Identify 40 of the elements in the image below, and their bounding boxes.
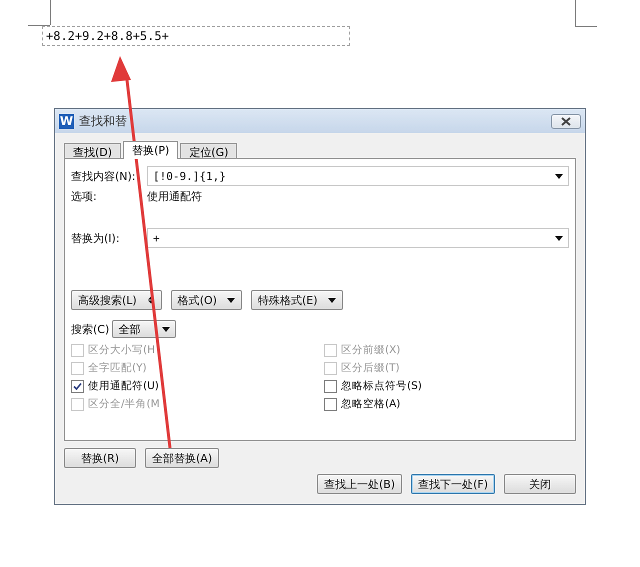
field-label: 替换为(I): bbox=[71, 230, 121, 246]
checkbox[interactable] bbox=[324, 398, 337, 410]
dropdown-arrow-icon bbox=[328, 298, 336, 302]
tab[interactable]: 替换(P) bbox=[123, 141, 178, 159]
options-label: 选项: bbox=[71, 189, 98, 204]
checkbox-label: 区分全/半角(M bbox=[88, 397, 160, 411]
dropdown-arrow-icon bbox=[162, 326, 170, 332]
checkbox[interactable] bbox=[324, 380, 337, 392]
options-value: 使用通配符 bbox=[147, 189, 202, 204]
dropdown-arrow-icon bbox=[555, 236, 563, 240]
replace-button[interactable]: 替换(R) bbox=[64, 448, 136, 468]
replace-field[interactable]: + bbox=[147, 228, 569, 248]
option-button[interactable]: 格式(O) bbox=[170, 290, 242, 310]
search-label: 搜索(C) bbox=[71, 322, 110, 336]
checkbox-label: 使用通配符(U) bbox=[88, 379, 159, 393]
checkbox[interactable] bbox=[71, 380, 84, 392]
tab[interactable]: 查找(D) bbox=[64, 143, 122, 158]
document-text: +8.2+9.2+8.8+5.5+ bbox=[42, 26, 350, 46]
checkbox-label: 区分后缀(T) bbox=[341, 361, 400, 375]
option-button[interactable]: 特殊格式(E) bbox=[250, 290, 343, 310]
close-button[interactable] bbox=[551, 114, 581, 128]
field-label: 查找内容(N): bbox=[71, 168, 137, 184]
find-field[interactable]: [!0-9.]{1,} bbox=[147, 166, 569, 186]
dialog-button[interactable]: 查找下一处(F) bbox=[411, 474, 495, 494]
checkbox-label: 区分大小写(H bbox=[88, 343, 155, 357]
dialog-button[interactable]: 查找上一处(B) bbox=[316, 474, 402, 494]
close-icon bbox=[561, 116, 571, 126]
checkbox-label: 忽略标点符号(S) bbox=[341, 379, 422, 393]
search-dropdown[interactable]: 全部 bbox=[112, 320, 176, 338]
tab[interactable]: 定位(G) bbox=[180, 143, 238, 158]
dropdown-arrow-icon bbox=[555, 174, 563, 178]
window-title: 查找和替 bbox=[79, 112, 128, 130]
checkbox-label: 忽略空格(A) bbox=[341, 397, 400, 411]
dialog-button[interactable]: 关闭 bbox=[504, 474, 576, 494]
checkbox-label: 全字匹配(Y) bbox=[88, 361, 147, 375]
dropdown-arrow-icon bbox=[226, 298, 235, 302]
replace-button[interactable]: 全部替换(A) bbox=[145, 448, 220, 468]
app-logo-icon: W bbox=[59, 114, 74, 128]
checkbox-label: 区分前缀(X) bbox=[341, 343, 400, 357]
option-button[interactable]: 高级搜索(L) bbox=[71, 290, 162, 310]
